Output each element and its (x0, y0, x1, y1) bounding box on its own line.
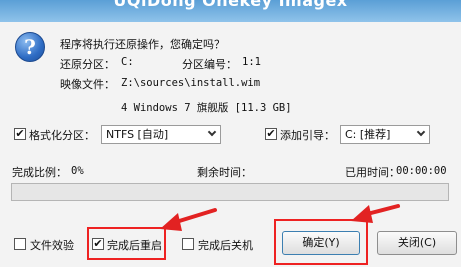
arrow-to-ok-icon (351, 204, 400, 223)
arrow-to-restart-icon (160, 208, 217, 231)
annotation-arrows (160, 204, 400, 231)
